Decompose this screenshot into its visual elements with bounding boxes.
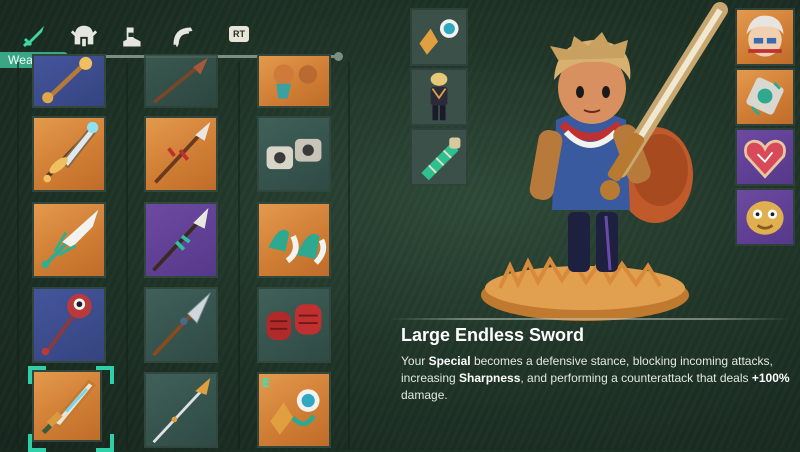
wind-gauntlets-icon	[268, 229, 327, 265]
inventory-slot-bronze-gauntlets[interactable]	[257, 54, 331, 108]
selection-corner	[28, 366, 46, 384]
inventory-slot-magic-staff[interactable]	[32, 54, 106, 108]
inventory-slot-rusty-spear[interactable]	[144, 54, 218, 108]
golden-spear-icon	[152, 377, 211, 444]
selection-corner	[28, 434, 46, 452]
steel-spear-icon	[152, 292, 211, 357]
inventory-slot-ornate-spear[interactable]	[144, 116, 218, 192]
crystal-sword-icon	[43, 121, 99, 183]
side-slot-mask-charm[interactable]	[735, 188, 795, 246]
eye-mace-icon	[41, 293, 92, 356]
desc-keyword-sharpness: Sharpness	[459, 371, 521, 385]
desc-text: damage.	[401, 388, 448, 402]
eye-gauntlets-icon	[419, 19, 459, 55]
equipped-slot-outfit[interactable]	[410, 68, 468, 126]
desc-keyword-special: Special	[428, 354, 471, 368]
green-bracer-icon	[421, 137, 461, 181]
selected-item-name: Large Endless Sword	[401, 325, 585, 345]
helmet-icon[interactable]	[70, 22, 100, 52]
selection-corner	[96, 434, 114, 452]
jade-spear-icon	[152, 207, 209, 272]
sword-icon[interactable]	[20, 20, 50, 50]
inventory-slot-wind-gauntlets[interactable]	[257, 202, 331, 278]
ornate-spear-icon	[154, 121, 211, 184]
desc-text: Your	[401, 354, 429, 368]
side-slot-heart-charm[interactable]	[735, 128, 795, 186]
divider-end-dot	[334, 52, 343, 61]
winged-spear-icon	[41, 209, 99, 269]
column-divider	[238, 62, 240, 450]
heart-charm-icon	[744, 139, 786, 179]
hero-outfit-icon	[430, 72, 448, 121]
selected-item-description: Your Special becomes a defensive stance,…	[401, 353, 796, 404]
equipped-slot-bracer[interactable]	[410, 128, 468, 186]
equipped-badge: E	[262, 376, 271, 390]
selection-corner	[96, 366, 114, 384]
hero-portrait-icon	[746, 15, 784, 57]
ring-icon[interactable]	[170, 24, 200, 54]
golden-mask-charm-icon	[746, 201, 784, 235]
inventory-slot-steel-spear[interactable]	[144, 287, 218, 363]
inventory-slot-crimson-gauntlets[interactable]	[257, 287, 331, 363]
bronze-gauntlets-icon	[273, 64, 318, 99]
inventory-slot-crystal-sword[interactable]	[32, 116, 106, 192]
column-divider	[348, 62, 350, 450]
desc-damage-bonus: +100%	[751, 371, 790, 385]
rune-charm-icon	[746, 77, 784, 116]
inventory-slot-jade-spear[interactable]	[144, 202, 218, 278]
category-bar: RT Weapons	[0, 0, 345, 68]
crimson-gauntlets-icon	[266, 304, 322, 341]
column-divider	[126, 62, 128, 450]
inventory-slot-winged-spear[interactable]	[32, 202, 106, 278]
inventory-slot-eye-mace[interactable]	[32, 287, 106, 363]
character-preview	[470, 0, 735, 330]
magic-staff-icon	[42, 56, 93, 104]
column-divider	[17, 62, 19, 450]
title-divider	[390, 318, 790, 320]
boots-icon[interactable]	[118, 24, 148, 54]
side-slot-portrait[interactable]	[735, 8, 795, 66]
rt-trigger-key: RT	[229, 26, 249, 42]
equipped-slot-gauntlets[interactable]	[410, 8, 468, 66]
side-slot-rune-charm[interactable]	[735, 68, 795, 126]
iron-gauntlets-icon	[266, 138, 322, 170]
inventory-slot-golden-spear[interactable]	[144, 372, 218, 448]
rusty-spear-icon	[152, 57, 208, 104]
desc-text: , and performing a counterattack that de…	[520, 371, 752, 385]
inventory-slot-iron-gauntlets[interactable]	[257, 116, 331, 192]
